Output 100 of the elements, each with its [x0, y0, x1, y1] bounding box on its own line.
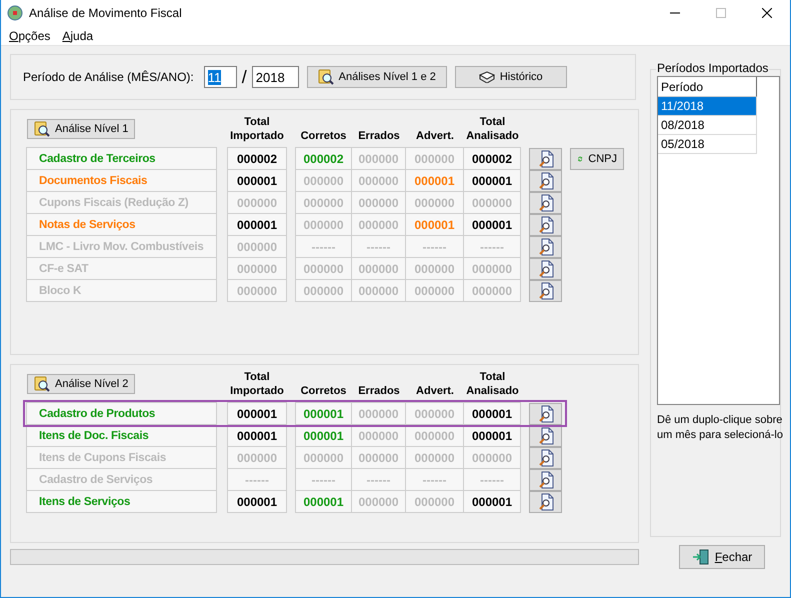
details-button[interactable] [529, 446, 562, 468]
count-cell: 000000 [295, 279, 352, 302]
count-cell: 000001 [463, 169, 521, 192]
details-button[interactable] [529, 490, 562, 512]
category-cell: Itens de Cupons Fiscais [26, 446, 217, 469]
count-cell: ------ [405, 468, 464, 491]
level-analysis-button[interactable]: Análise Nível 2 [27, 374, 136, 394]
category-cell: Bloco K [26, 279, 217, 302]
details-button[interactable] [529, 236, 562, 258]
column-header: Advert. [415, 129, 455, 143]
period-row[interactable]: 08/2018 [658, 116, 757, 135]
book-icon [478, 71, 495, 83]
count-cell: 000000 [351, 147, 406, 170]
count-cell: 000000 [295, 257, 352, 280]
document-search-icon [536, 448, 554, 466]
count-cell: 000000 [405, 147, 464, 170]
document-search-icon [536, 172, 554, 190]
count-cell: 000000 [227, 235, 287, 258]
toolbar-button[interactable]: Histórico [454, 66, 567, 88]
details-button[interactable] [529, 148, 562, 170]
cnpj-button[interactable]: CNPJ [570, 148, 624, 170]
count-cell: 000002 [227, 147, 287, 170]
column-header: Total Analisado [465, 115, 520, 143]
period-row[interactable]: 05/2018 [658, 135, 757, 154]
document-search-icon [536, 216, 554, 234]
count-cell: ------ [227, 468, 287, 491]
count-cell: 000000 [405, 490, 464, 513]
window-title: Análise de Movimento Fiscal [29, 6, 183, 20]
count-cell: 000000 [295, 213, 352, 236]
details-button[interactable] [529, 468, 562, 490]
count-cell: 000000 [295, 446, 352, 469]
count-cell: 000000 [351, 191, 406, 214]
count-cell: ------ [351, 235, 406, 258]
column-header: Total Importado [229, 370, 285, 398]
document-search-icon [536, 404, 554, 422]
category-cell: Itens de Serviços [26, 490, 217, 513]
count-cell: 000002 [463, 147, 521, 170]
exit-door-icon [692, 549, 710, 565]
column-header: Total Importado [229, 115, 285, 143]
count-cell: 000001 [405, 213, 464, 236]
count-cell: 000001 [227, 169, 287, 192]
level-analysis-button[interactable]: Análise Nível 1 [27, 119, 136, 139]
close-button[interactable]: Fechar [679, 545, 765, 569]
folder-search-icon [34, 376, 50, 392]
count-cell: 000000 [405, 279, 464, 302]
column-header: Errados [357, 384, 401, 398]
count-cell: 000001 [405, 169, 464, 192]
column-header: Total Analisado [465, 370, 520, 398]
category-cell: Documentos Fiscais [26, 169, 217, 192]
count-cell: 000001 [295, 402, 352, 425]
count-cell: 000001 [295, 490, 352, 513]
separator-text: / [242, 66, 247, 88]
count-cell: 000000 [405, 402, 464, 425]
details-button[interactable] [529, 280, 562, 302]
details-button[interactable] [529, 170, 562, 192]
column-header: Corretos [300, 129, 348, 143]
folder-search-icon [34, 121, 50, 137]
count-cell: 000000 [463, 191, 521, 214]
details-button[interactable] [529, 258, 562, 280]
count-cell: 000000 [351, 213, 406, 236]
menu-item[interactable]: Ajuda [62, 28, 94, 42]
column-header: Advert. [415, 384, 455, 398]
document-search-icon [536, 238, 554, 256]
document-search-icon [536, 150, 554, 168]
period-row[interactable]: 11/2018 [658, 97, 757, 116]
count-cell: 000000 [351, 279, 406, 302]
count-cell: 000000 [227, 191, 287, 214]
count-cell: 000000 [227, 257, 287, 280]
count-cell: 000001 [227, 213, 287, 236]
year-field[interactable]: 2018 [252, 66, 299, 88]
count-cell: 000000 [351, 257, 406, 280]
count-cell: 000001 [227, 402, 287, 425]
app-icon [7, 5, 23, 21]
count-cell: 000000 [405, 191, 464, 214]
count-cell: 000000 [463, 279, 521, 302]
toolbar-button[interactable]: Análises Nível 1 e 2 [306, 66, 447, 88]
count-cell: 000000 [227, 279, 287, 302]
count-cell: ------ [295, 235, 352, 258]
count-cell: 000000 [351, 490, 406, 513]
document-search-icon [536, 426, 554, 444]
column-header: Corretos [300, 384, 348, 398]
count-cell: 000000 [463, 446, 521, 469]
category-cell: CF-e SAT [26, 257, 217, 280]
details-button[interactable] [529, 214, 562, 236]
details-button[interactable] [529, 192, 562, 214]
menu-item[interactable]: Opções [9, 28, 50, 42]
count-cell: 000000 [227, 446, 287, 469]
count-cell: 000000 [295, 169, 352, 192]
document-search-icon [536, 282, 554, 300]
category-cell: Cupons Fiscais (Redução Z) [26, 191, 217, 214]
details-button[interactable] [529, 402, 562, 424]
count-cell: ------ [351, 468, 406, 491]
month-field[interactable]: 11 [204, 66, 237, 88]
category-cell: Cadastro de Produtos [26, 402, 217, 425]
period-label: Período de Análise (MÊS/ANO): [23, 70, 194, 84]
count-cell: 000000 [351, 169, 406, 192]
count-cell: 000001 [463, 402, 521, 425]
count-cell: 000000 [463, 257, 521, 280]
category-cell: Cadastro de Serviços [26, 468, 217, 491]
count-cell: ------ [463, 468, 521, 491]
